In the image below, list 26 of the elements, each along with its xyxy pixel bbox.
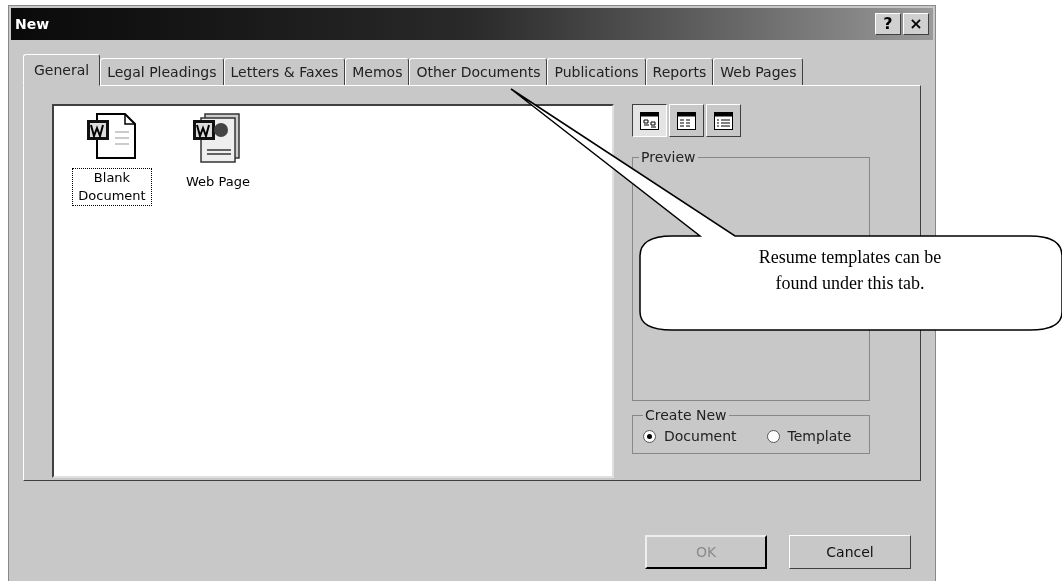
- tab[interactable]: Letters & Faxes: [223, 58, 346, 86]
- radio-button[interactable]: [766, 430, 780, 443]
- radio-option[interactable]: Template: [766, 426, 852, 447]
- large-view-icon: [640, 111, 659, 130]
- template-label[interactable]: Web Page: [184, 172, 252, 192]
- callout-text: Resume templates can be found under this tab.: [757, 246, 943, 295]
- view-button[interactable]: [632, 104, 667, 137]
- radio-button[interactable]: [643, 430, 656, 443]
- tab[interactable]: Other Documents: [409, 58, 548, 86]
- tab[interactable]: Legal Pleadings: [100, 58, 224, 86]
- list-view-icon: [677, 111, 696, 130]
- tab[interactable]: Memos: [345, 58, 410, 86]
- radio-option[interactable]: Document: [643, 426, 737, 447]
- tab[interactable]: General: [23, 54, 101, 86]
- cancel-button[interactable]: Cancel: [789, 535, 911, 569]
- help-button[interactable]: ?: [875, 13, 901, 35]
- word-document-icon: [85, 112, 139, 162]
- tab[interactable]: Web Pages: [713, 58, 804, 86]
- details-view-icon: [714, 111, 733, 130]
- tab[interactable]: Reports: [645, 58, 714, 86]
- group-label: Create New: [644, 406, 728, 425]
- group-label: Preview: [640, 148, 697, 167]
- tab[interactable]: Publications: [547, 58, 646, 86]
- close-button[interactable]: ×: [903, 13, 929, 35]
- template-label[interactable]: Blank Document: [72, 168, 152, 206]
- window-title: New: [15, 14, 50, 34]
